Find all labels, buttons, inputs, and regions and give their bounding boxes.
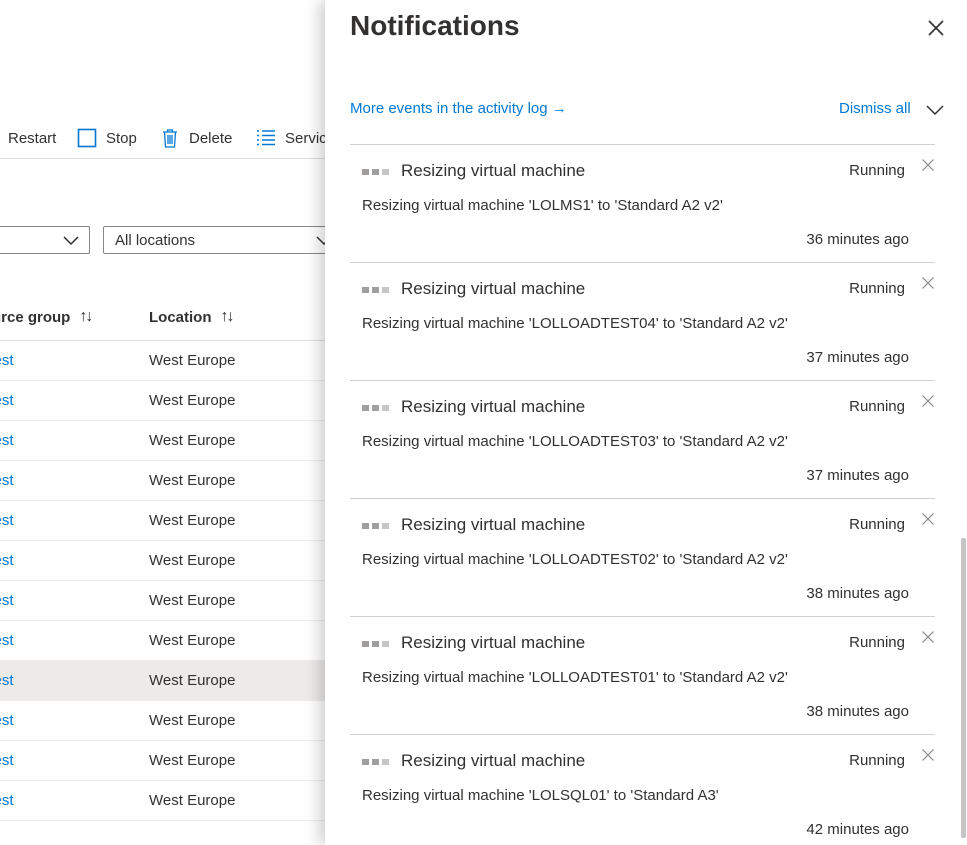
notification-timestamp: 36 minutes ago xyxy=(806,231,909,248)
activity-log-link[interactable]: More events in the activity log → xyxy=(350,100,567,117)
location-cell: West Europe xyxy=(149,672,236,689)
list-icon xyxy=(255,127,277,149)
notification-item[interactable]: Resizing virtual machine Running Resizing … xyxy=(350,498,935,616)
resource-group-link[interactable]: Test xyxy=(0,592,14,609)
notification-timestamp: 42 minutes ago xyxy=(806,821,909,838)
notification-list: Resizing virtual machine Running Resizing … xyxy=(350,144,935,845)
notification-item[interactable]: Resizing virtual machine Running Resizing … xyxy=(350,380,935,498)
notification-description: Resizing virtual machine 'LOLLOADTEST02'… xyxy=(362,551,788,568)
in-progress-icon xyxy=(362,287,389,293)
location-cell: West Europe xyxy=(149,472,236,489)
in-progress-icon xyxy=(362,405,389,411)
notification-title: Resizing virtual machine xyxy=(401,751,586,770)
in-progress-icon xyxy=(362,641,389,647)
stop-icon xyxy=(76,127,98,149)
resource-group-link[interactable]: Test xyxy=(0,392,14,409)
scrollbar-thumb[interactable] xyxy=(961,538,966,838)
resource-group-link[interactable]: Test xyxy=(0,632,14,649)
location-cell: West Europe xyxy=(149,432,236,449)
notification-item[interactable]: Resizing virtual machine Running Resizing … xyxy=(350,262,935,380)
notification-description: Resizing virtual machine 'LOLLOADTEST01'… xyxy=(362,669,788,686)
stop-label: Stop xyxy=(106,129,137,147)
notification-description: Resizing virtual machine 'LOLSQL01' to '… xyxy=(362,787,719,804)
notification-description: Resizing virtual machine 'LOLLOADTEST04'… xyxy=(362,315,788,332)
resource-group-link[interactable]: Test xyxy=(0,352,14,369)
location-cell: West Europe xyxy=(149,392,236,409)
restart-button[interactable]: Restart xyxy=(8,120,56,156)
close-icon[interactable] xyxy=(921,748,935,762)
sort-icon: ↑↓ xyxy=(220,308,235,325)
close-icon[interactable] xyxy=(921,158,935,172)
panel-scrollbar[interactable] xyxy=(960,146,967,845)
notification-status: Running xyxy=(849,280,905,297)
notification-description: Resizing virtual machine 'LOLMS1' to 'St… xyxy=(362,197,723,214)
notification-title: Resizing virtual machine xyxy=(401,397,586,416)
resource-group-link[interactable]: Test xyxy=(0,512,14,529)
column-header-resource-group[interactable]: urce group ↑↓ xyxy=(0,308,93,326)
notification-status: Running xyxy=(849,752,905,769)
location-cell: West Europe xyxy=(149,792,236,809)
filter-dropdown[interactable] xyxy=(0,226,90,254)
notification-status: Running xyxy=(849,162,905,179)
notification-status: Running xyxy=(849,516,905,533)
location-cell: West Europe xyxy=(149,752,236,769)
notification-item[interactable]: Resizing virtual machine Running Resizing … xyxy=(350,144,935,262)
close-icon[interactable] xyxy=(926,18,946,38)
resource-group-link[interactable]: Test xyxy=(0,712,14,729)
location-cell: West Europe xyxy=(149,592,236,609)
stop-button[interactable]: Stop xyxy=(76,120,137,156)
close-icon[interactable] xyxy=(921,512,935,526)
delete-label: Delete xyxy=(189,129,233,147)
notification-title: Resizing virtual machine xyxy=(401,633,586,652)
services-label: Servic xyxy=(285,129,327,147)
in-progress-icon xyxy=(362,759,389,765)
notification-item[interactable]: Resizing virtual machine Running Resizing … xyxy=(350,734,935,845)
notification-timestamp: 38 minutes ago xyxy=(806,585,909,602)
notification-timestamp: 37 minutes ago xyxy=(806,349,909,366)
in-progress-icon xyxy=(362,523,389,529)
notification-description: Resizing virtual machine 'LOLLOADTEST03'… xyxy=(362,433,788,450)
notification-title: Resizing virtual machine xyxy=(401,279,586,298)
resource-group-link[interactable]: Test xyxy=(0,752,14,769)
location-cell: West Europe xyxy=(149,552,236,569)
close-icon[interactable] xyxy=(921,394,935,408)
location-filter-value: All locations xyxy=(115,231,196,249)
delete-button[interactable]: Delete xyxy=(159,120,232,156)
resource-group-link[interactable]: Test xyxy=(0,672,14,689)
notification-title: Resizing virtual machine xyxy=(401,161,586,180)
notification-status: Running xyxy=(849,634,905,651)
location-filter-dropdown[interactable]: All locations xyxy=(103,226,343,254)
notification-title: Resizing virtual machine xyxy=(401,515,586,534)
location-cell: West Europe xyxy=(149,512,236,529)
chevron-down-icon xyxy=(63,236,79,246)
resource-group-link[interactable]: Test xyxy=(0,792,14,809)
notifications-panel: Notifications More events in the activit… xyxy=(325,0,967,845)
trash-icon xyxy=(159,127,181,149)
column-header-location[interactable]: Location ↑↓ xyxy=(149,308,235,326)
chevron-down-icon[interactable] xyxy=(925,103,945,117)
services-button[interactable]: Servic xyxy=(255,120,327,156)
location-cell: West Europe xyxy=(149,632,236,649)
column-header-label: Location xyxy=(149,308,212,326)
column-header-label: urce group xyxy=(0,308,71,326)
notification-status: Running xyxy=(849,398,905,415)
resource-group-link[interactable]: Test xyxy=(0,552,14,569)
notification-timestamp: 37 minutes ago xyxy=(806,467,909,484)
location-cell: West Europe xyxy=(149,352,236,369)
close-icon[interactable] xyxy=(921,630,935,644)
panel-title: Notifications xyxy=(350,10,520,41)
location-cell: West Europe xyxy=(149,712,236,729)
notification-timestamp: 38 minutes ago xyxy=(806,703,909,720)
restart-label: Restart xyxy=(8,129,57,147)
resource-group-link[interactable]: Test xyxy=(0,472,14,489)
sort-icon: ↑↓ xyxy=(79,308,93,325)
close-icon[interactable] xyxy=(921,276,935,290)
resource-group-link[interactable]: Test xyxy=(0,432,14,449)
in-progress-icon xyxy=(362,169,389,175)
dismiss-all-button[interactable]: Dismiss all xyxy=(839,100,911,117)
notification-item[interactable]: Resizing virtual machine Running Resizing … xyxy=(350,616,935,734)
